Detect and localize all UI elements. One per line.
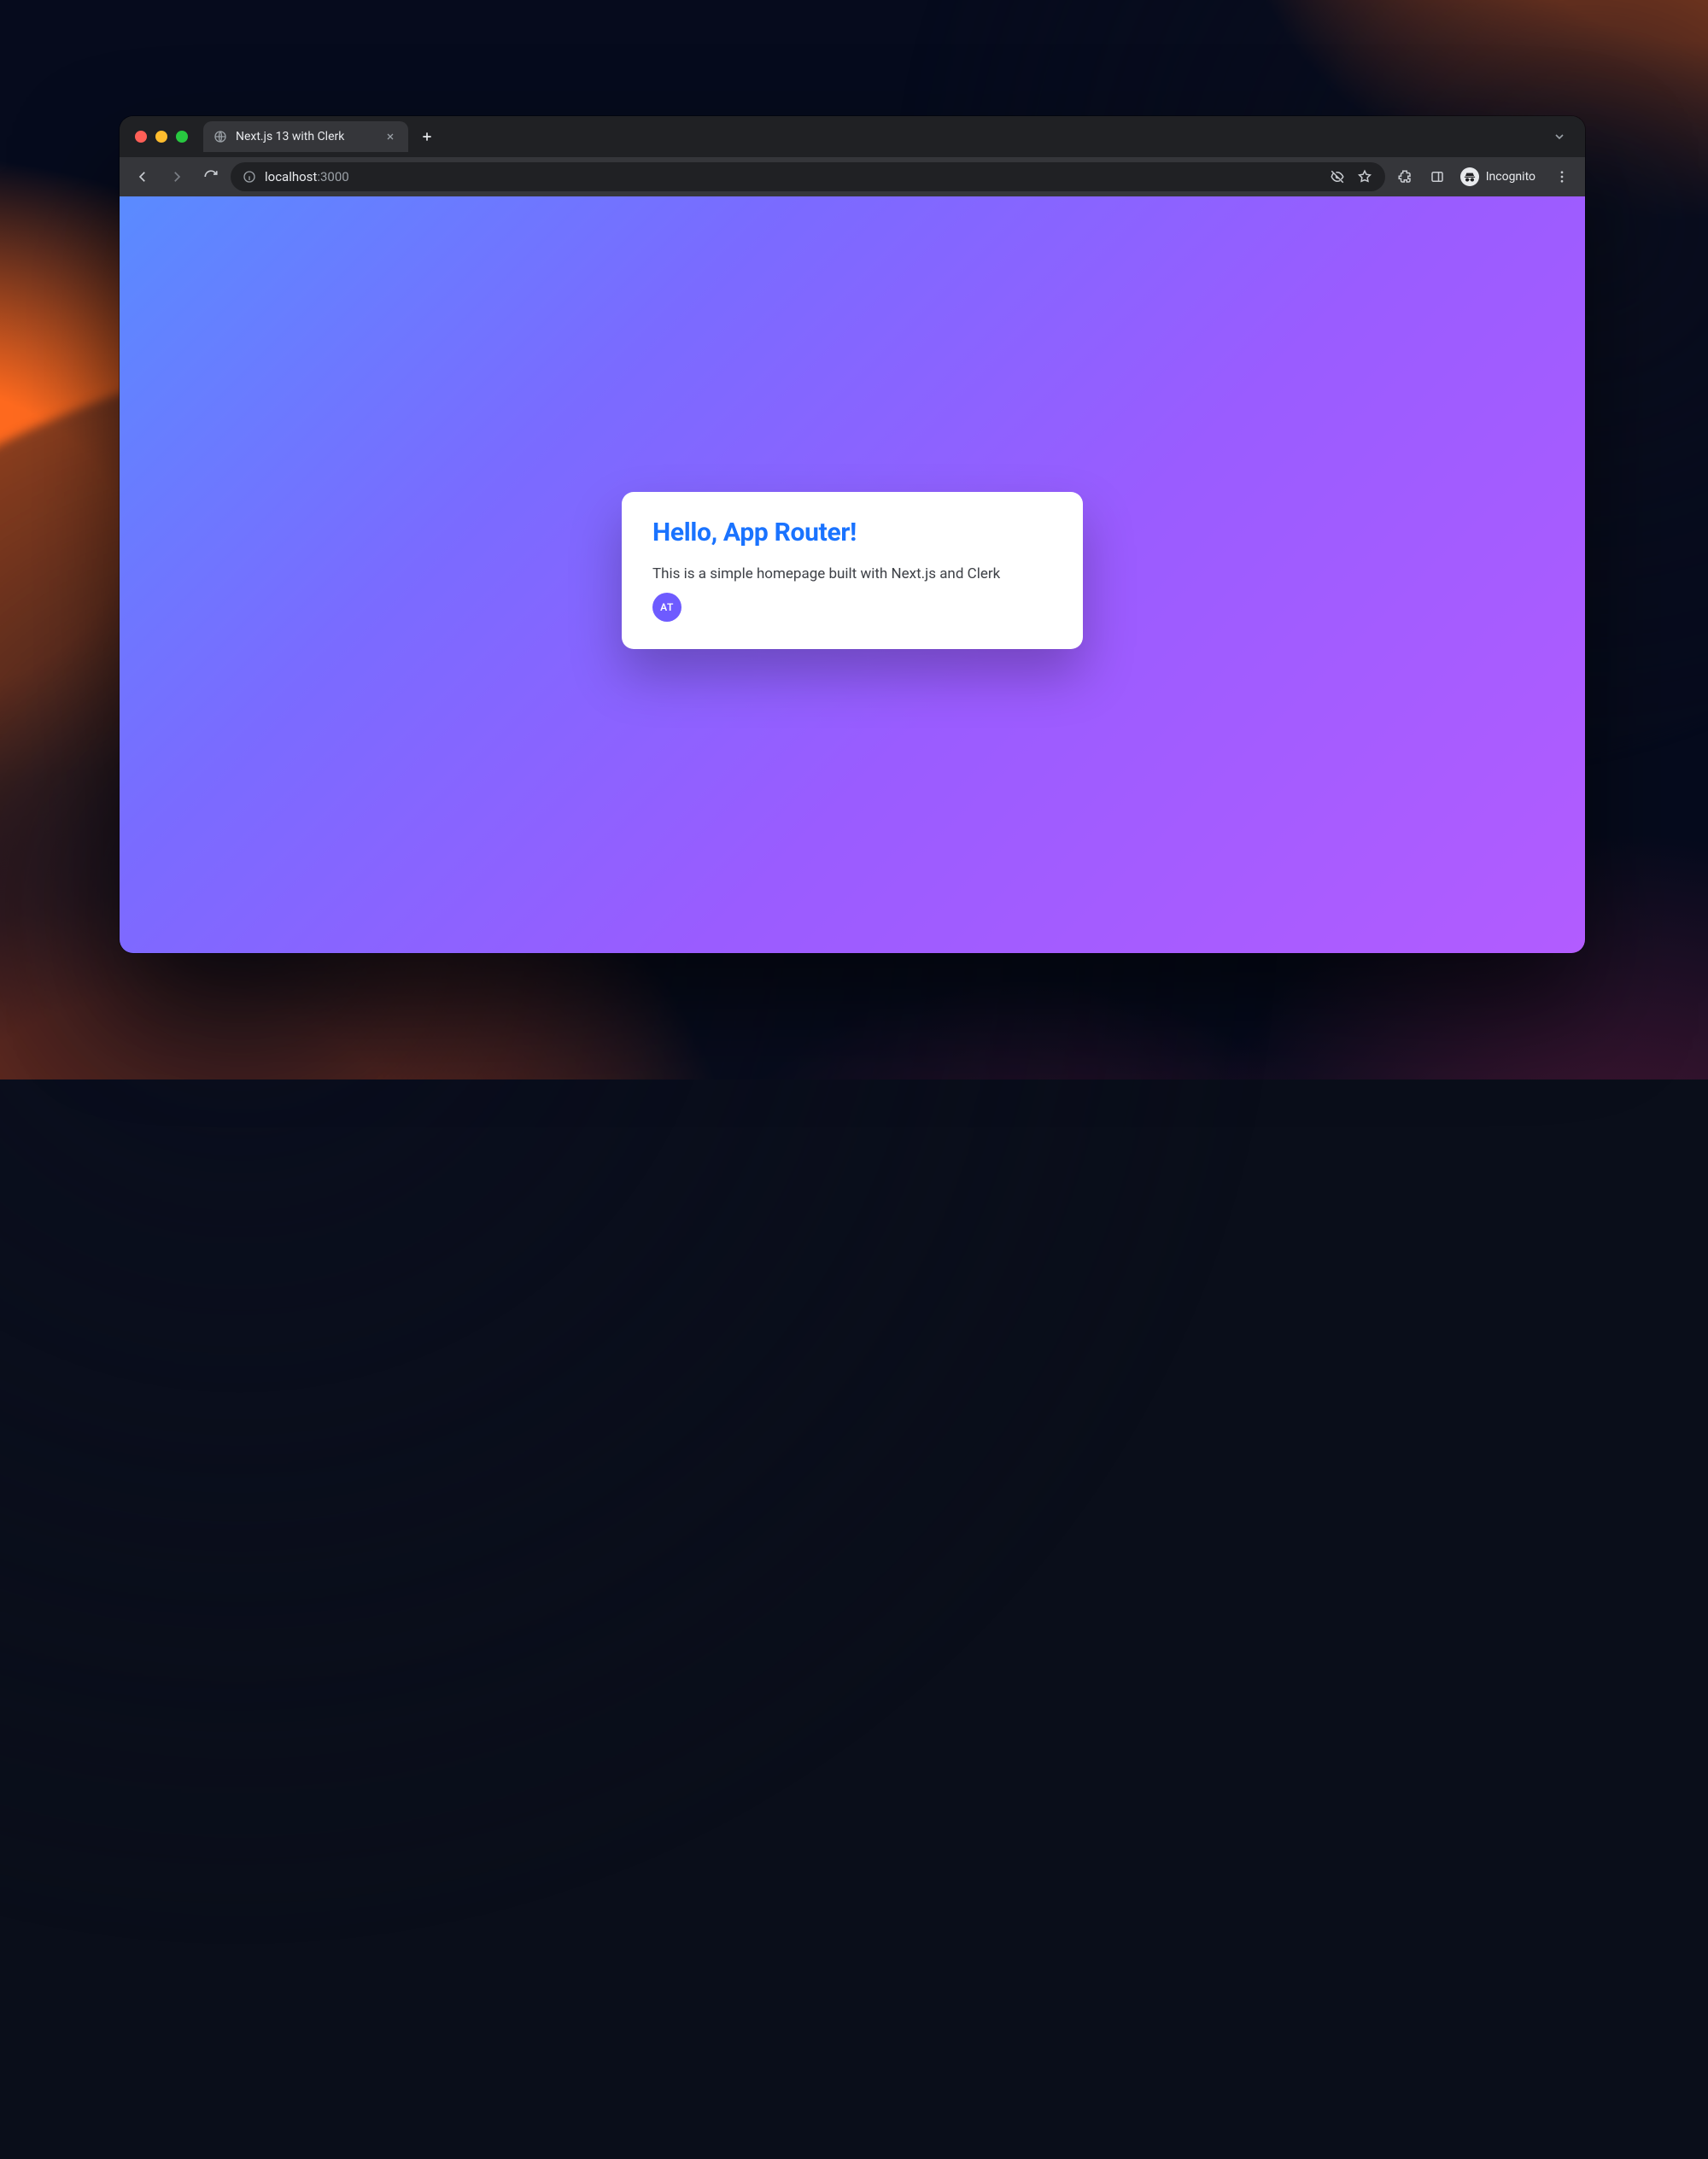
site-info-icon[interactable]: [243, 170, 256, 184]
close-tab-button[interactable]: [383, 129, 398, 144]
page-viewport: Hello, App Router! This is a simple home…: [120, 196, 1585, 953]
window-zoom-button[interactable]: [176, 131, 188, 143]
url-port: :3000: [317, 169, 348, 184]
back-button[interactable]: [128, 162, 157, 191]
incognito-label: Incognito: [1486, 170, 1535, 184]
browser-tab[interactable]: Next.js 13 with Clerk: [203, 121, 408, 152]
forward-button[interactable]: [162, 162, 191, 191]
new-tab-button[interactable]: [415, 125, 439, 149]
eye-off-icon[interactable]: [1325, 165, 1349, 189]
reload-button[interactable]: [196, 162, 225, 191]
page-description: This is a simple homepage built with Nex…: [652, 565, 1052, 585]
globe-icon: [214, 130, 227, 143]
content-card: Hello, App Router! This is a simple home…: [622, 492, 1083, 650]
incognito-badge[interactable]: Incognito: [1455, 162, 1544, 191]
window-minimize-button[interactable]: [155, 131, 167, 143]
browser-menu-button[interactable]: [1547, 162, 1576, 191]
tab-strip: Next.js 13 with Clerk: [120, 116, 1585, 157]
browser-toolbar: localhost:3000: [120, 157, 1585, 196]
incognito-icon: [1460, 167, 1479, 186]
url-text: localhost:3000: [265, 169, 1317, 184]
tabs-dropdown-button[interactable]: [1547, 125, 1571, 149]
tab-title: Next.js 13 with Clerk: [236, 130, 374, 143]
window-close-button[interactable]: [135, 131, 147, 143]
page-heading: Hello, App Router!: [652, 518, 1052, 547]
side-panel-button[interactable]: [1423, 162, 1452, 191]
extensions-button[interactable]: [1390, 162, 1419, 191]
browser-window: Next.js 13 with Clerk: [120, 116, 1585, 953]
address-bar[interactable]: localhost:3000: [231, 162, 1385, 191]
bookmark-star-button[interactable]: [1353, 165, 1377, 189]
window-controls: [135, 131, 188, 143]
toolbar-right: Incognito: [1390, 162, 1576, 191]
user-avatar-button[interactable]: AT: [652, 593, 681, 622]
url-host: localhost: [265, 169, 317, 184]
